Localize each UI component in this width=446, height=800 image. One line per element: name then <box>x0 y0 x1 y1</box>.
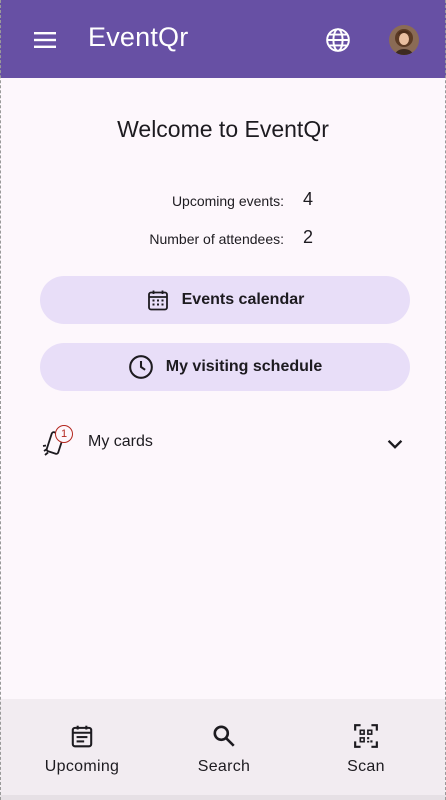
stat-label: Number of attendees: <box>149 231 284 247</box>
stat-label: Upcoming events: <box>171 193 284 209</box>
system-nav-strip <box>0 795 446 800</box>
cards-badge: 1 <box>55 425 73 443</box>
clock-icon <box>128 355 153 379</box>
nav-scan[interactable]: Scan <box>292 699 440 800</box>
menu-button[interactable] <box>26 26 64 54</box>
chevron-down-icon <box>387 439 403 449</box>
nav-label: Search <box>197 758 251 775</box>
visiting-schedule-label: My visiting schedule <box>165 358 323 375</box>
app-title: EventQr <box>88 22 189 52</box>
attendees-stat: Number of attendees: 2 <box>0 226 446 252</box>
globe-icon <box>326 28 350 52</box>
language-button[interactable] <box>322 24 354 56</box>
app-bar: EventQr <box>0 0 446 78</box>
bottom-navigation: Upcoming Search Scan <box>0 699 446 800</box>
nav-label: Upcoming <box>44 758 120 775</box>
welcome-heading: Welcome to EventQr <box>117 116 329 142</box>
events-calendar-button[interactable]: Events calendar <box>40 276 410 324</box>
my-cards-label: My cards <box>88 433 153 450</box>
avatar[interactable] <box>389 25 419 55</box>
menu-icon <box>34 32 56 48</box>
nav-upcoming[interactable]: Upcoming <box>8 699 156 800</box>
visiting-schedule-button[interactable]: My visiting schedule <box>40 343 410 391</box>
event-list-icon <box>71 725 93 748</box>
stat-value: 2 <box>303 227 314 247</box>
calendar-icon <box>147 290 168 311</box>
my-cards-expander[interactable]: 1 My cards <box>0 420 446 466</box>
stat-value: 4 <box>303 189 314 209</box>
nav-label: Scan <box>347 758 385 775</box>
search-icon <box>213 725 235 747</box>
upcoming-events-stat: Upcoming events: 4 <box>0 188 446 214</box>
qr-scan-icon <box>354 724 378 748</box>
events-calendar-label: Events calendar <box>181 291 305 308</box>
nav-search[interactable]: Search <box>150 699 298 800</box>
